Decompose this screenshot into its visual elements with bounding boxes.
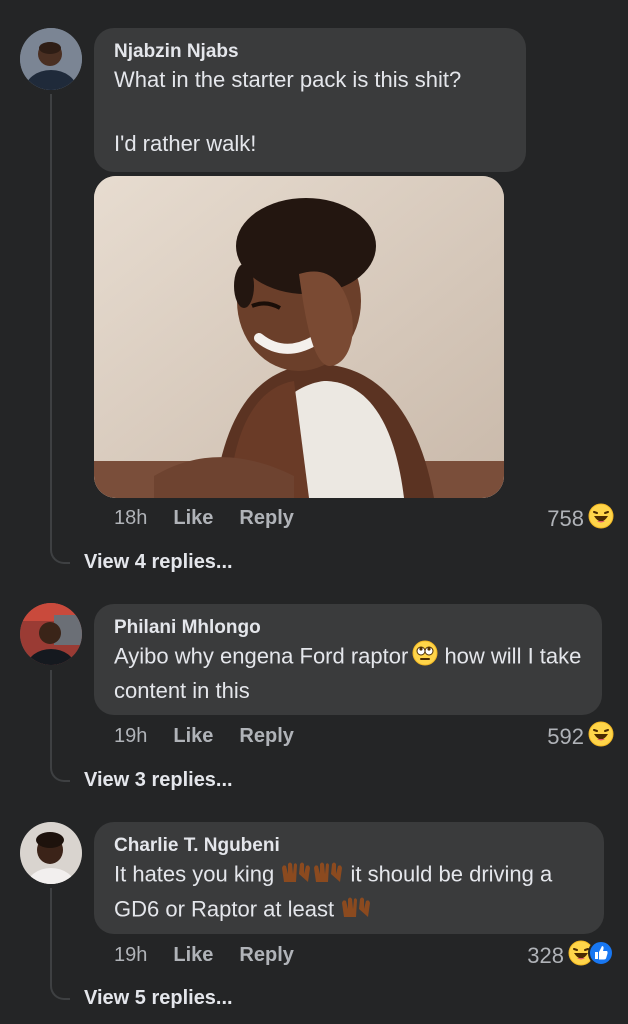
- avatar[interactable]: [20, 822, 82, 884]
- comment-bubble[interactable]: Njabzin Njabs What in the starter pack i…: [94, 28, 526, 172]
- raising-hands-icon: [312, 858, 344, 893]
- comment-time[interactable]: 19h: [114, 725, 147, 748]
- reaction-summary[interactable]: 328: [527, 940, 614, 972]
- comment-photo[interactable]: [94, 176, 504, 498]
- reply-button[interactable]: Reply: [239, 507, 293, 530]
- comment-bubble[interactable]: Charlie T. Ngubeni It hates you king it …: [94, 822, 604, 934]
- comment-text-line: I'd rather walk!: [114, 131, 257, 156]
- like-button[interactable]: Like: [173, 507, 213, 530]
- comment-time[interactable]: 19h: [114, 944, 147, 967]
- thread-line: [50, 670, 70, 782]
- eye-roll-emoji-icon: [412, 640, 438, 675]
- haha-icon: [588, 503, 614, 535]
- comment-meta: 19h Like Reply: [114, 944, 294, 967]
- reply-button[interactable]: Reply: [239, 944, 293, 967]
- reply-button[interactable]: Reply: [239, 725, 293, 748]
- comment-text-line: What in the starter pack is this shit?: [114, 67, 462, 92]
- comment-meta: 19h Like Reply: [114, 725, 294, 748]
- thread-line: [50, 888, 70, 1000]
- comment-text-part: It hates you king: [114, 861, 275, 887]
- comment-text: It hates you king it should be driving a…: [114, 858, 584, 928]
- reaction-summary[interactable]: 592: [547, 721, 614, 753]
- comment-author[interactable]: Charlie T. Ngubeni: [114, 834, 584, 858]
- view-replies-link[interactable]: View 3 replies...: [84, 769, 233, 792]
- comment-text: What in the starter pack is this shit? I…: [114, 64, 506, 160]
- reaction-count: 758: [547, 506, 584, 531]
- like-button[interactable]: Like: [173, 944, 213, 967]
- avatar[interactable]: [20, 28, 82, 90]
- reaction-count: 592: [547, 724, 584, 749]
- comment-author[interactable]: Njabzin Njabs: [114, 40, 506, 64]
- avatar[interactable]: [20, 603, 82, 665]
- raising-hands-icon: [280, 858, 312, 893]
- view-replies-link[interactable]: View 5 replies...: [84, 987, 233, 1010]
- comment-author[interactable]: Philani Mhlongo: [114, 616, 582, 640]
- reaction-count: 328: [527, 943, 564, 968]
- thread-line: [50, 94, 70, 564]
- comment-text: Ayibo why engena Ford raptor how will I …: [114, 640, 582, 707]
- view-replies-link[interactable]: View 4 replies...: [84, 551, 233, 574]
- like-icon: [588, 940, 614, 972]
- haha-icon: [588, 721, 614, 753]
- reaction-summary[interactable]: 758: [547, 503, 614, 535]
- raising-hands-icon: [340, 893, 372, 928]
- comment-text-part: Ayibo why engena Ford raptor: [114, 643, 409, 669]
- like-button[interactable]: Like: [173, 725, 213, 748]
- comment-time[interactable]: 18h: [114, 507, 147, 530]
- comment-bubble[interactable]: Philani Mhlongo Ayibo why engena Ford ra…: [94, 604, 602, 715]
- comment-meta: 18h Like Reply: [114, 507, 294, 530]
